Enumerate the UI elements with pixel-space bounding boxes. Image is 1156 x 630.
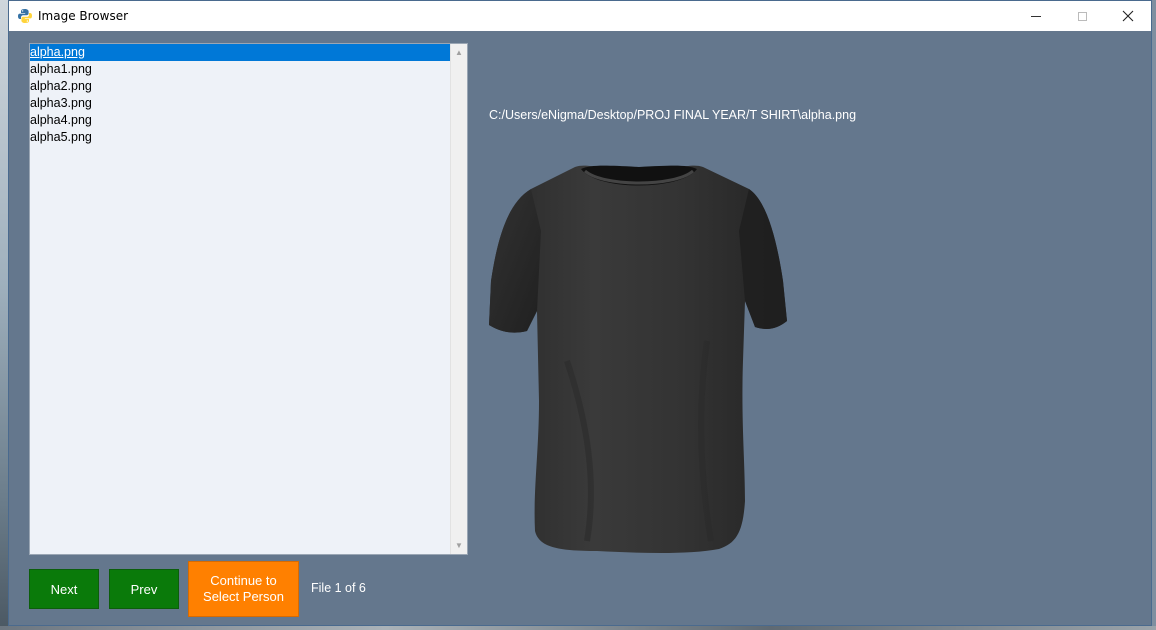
file-list: alpha.png alpha1.png alpha2.png alpha3.png a…: [30, 44, 450, 554]
file-list-item[interactable]: alpha2.png: [30, 78, 450, 95]
file-list-item[interactable]: alpha.png: [30, 44, 450, 61]
window-title: Image Browser: [38, 9, 129, 23]
scroll-down-arrow-icon[interactable]: ▼: [451, 537, 467, 554]
prev-button[interactable]: Prev: [109, 569, 179, 609]
desktop-background-bottom: [0, 626, 1156, 630]
file-list-item[interactable]: alpha4.png: [30, 112, 450, 129]
python-app-icon: [18, 9, 32, 23]
continue-to-select-person-button[interactable]: Continue to Select Person: [188, 561, 299, 617]
file-list-item[interactable]: alpha5.png: [30, 129, 450, 146]
file-status-label: File 1 of 6: [311, 581, 366, 595]
minimize-icon: [1031, 15, 1041, 17]
next-button[interactable]: Next: [29, 569, 99, 609]
image-browser-window: Image Browser alpha.png alpha1.png alpha2.…: [8, 0, 1152, 626]
tshirt-preview-image: [489, 165, 787, 553]
maximize-icon: [1077, 11, 1087, 21]
maximize-button[interactable]: [1059, 1, 1105, 31]
close-icon: [1122, 10, 1134, 22]
file-list-item[interactable]: alpha1.png: [30, 61, 450, 78]
minimize-button[interactable]: [1013, 1, 1059, 31]
file-list-item[interactable]: alpha3.png: [30, 95, 450, 112]
title-bar[interactable]: Image Browser: [9, 1, 1151, 31]
file-listbox[interactable]: alpha.png alpha1.png alpha2.png alpha3.png a…: [29, 43, 468, 555]
scroll-up-arrow-icon[interactable]: ▲: [451, 44, 467, 61]
image-path-label: C:/Users/eNigma/Desktop/PROJ FINAL YEAR/…: [489, 108, 857, 122]
close-button[interactable]: [1105, 1, 1151, 31]
vertical-scrollbar[interactable]: ▲ ▼: [450, 44, 467, 554]
